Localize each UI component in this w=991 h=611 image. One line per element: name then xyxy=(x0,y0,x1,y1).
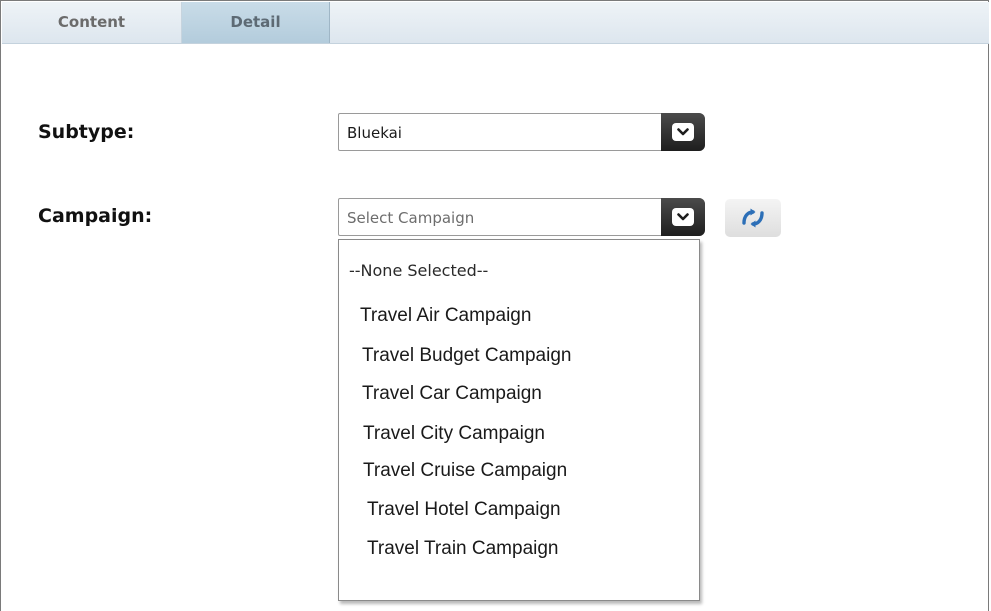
dropdown-option[interactable]: Travel City Campaign xyxy=(363,423,545,445)
dropdown-option[interactable]: Travel Car Campaign xyxy=(362,383,542,405)
campaign-label: Campaign: xyxy=(38,205,153,227)
subtype-value: Bluekai xyxy=(347,124,402,142)
chevron-down-icon xyxy=(672,123,694,141)
dropdown-option[interactable]: Travel Hotel Campaign xyxy=(367,499,561,521)
refresh-campaign-button[interactable] xyxy=(725,199,781,237)
dropdown-option-none[interactable]: --None Selected-- xyxy=(349,261,488,280)
campaign-placeholder: Select Campaign xyxy=(347,209,475,227)
subtype-label: Subtype: xyxy=(38,121,135,143)
dropdown-option[interactable]: Travel Budget Campaign xyxy=(362,345,571,367)
campaign-dropdown-list: --None Selected-- Travel Air Campaign Tr… xyxy=(338,239,700,601)
tab-detail[interactable]: Detail xyxy=(182,2,330,43)
campaign-dropdown-button[interactable] xyxy=(661,198,705,236)
tab-bar: Content Detail xyxy=(2,2,989,44)
chevron-down-icon xyxy=(672,208,694,226)
subtype-dropdown-button[interactable] xyxy=(661,113,705,151)
panel-frame: Content Detail Subtype: Bluekai Campaign… xyxy=(0,0,989,611)
dropdown-option[interactable]: Travel Train Campaign xyxy=(367,538,558,560)
tab-content[interactable]: Content xyxy=(2,2,182,43)
dropdown-option[interactable]: Travel Air Campaign xyxy=(360,305,531,327)
subtype-select[interactable]: Bluekai xyxy=(338,113,705,151)
refresh-icon xyxy=(742,208,764,228)
campaign-select[interactable]: Select Campaign xyxy=(338,198,705,236)
dropdown-option[interactable]: Travel Cruise Campaign xyxy=(363,460,567,482)
